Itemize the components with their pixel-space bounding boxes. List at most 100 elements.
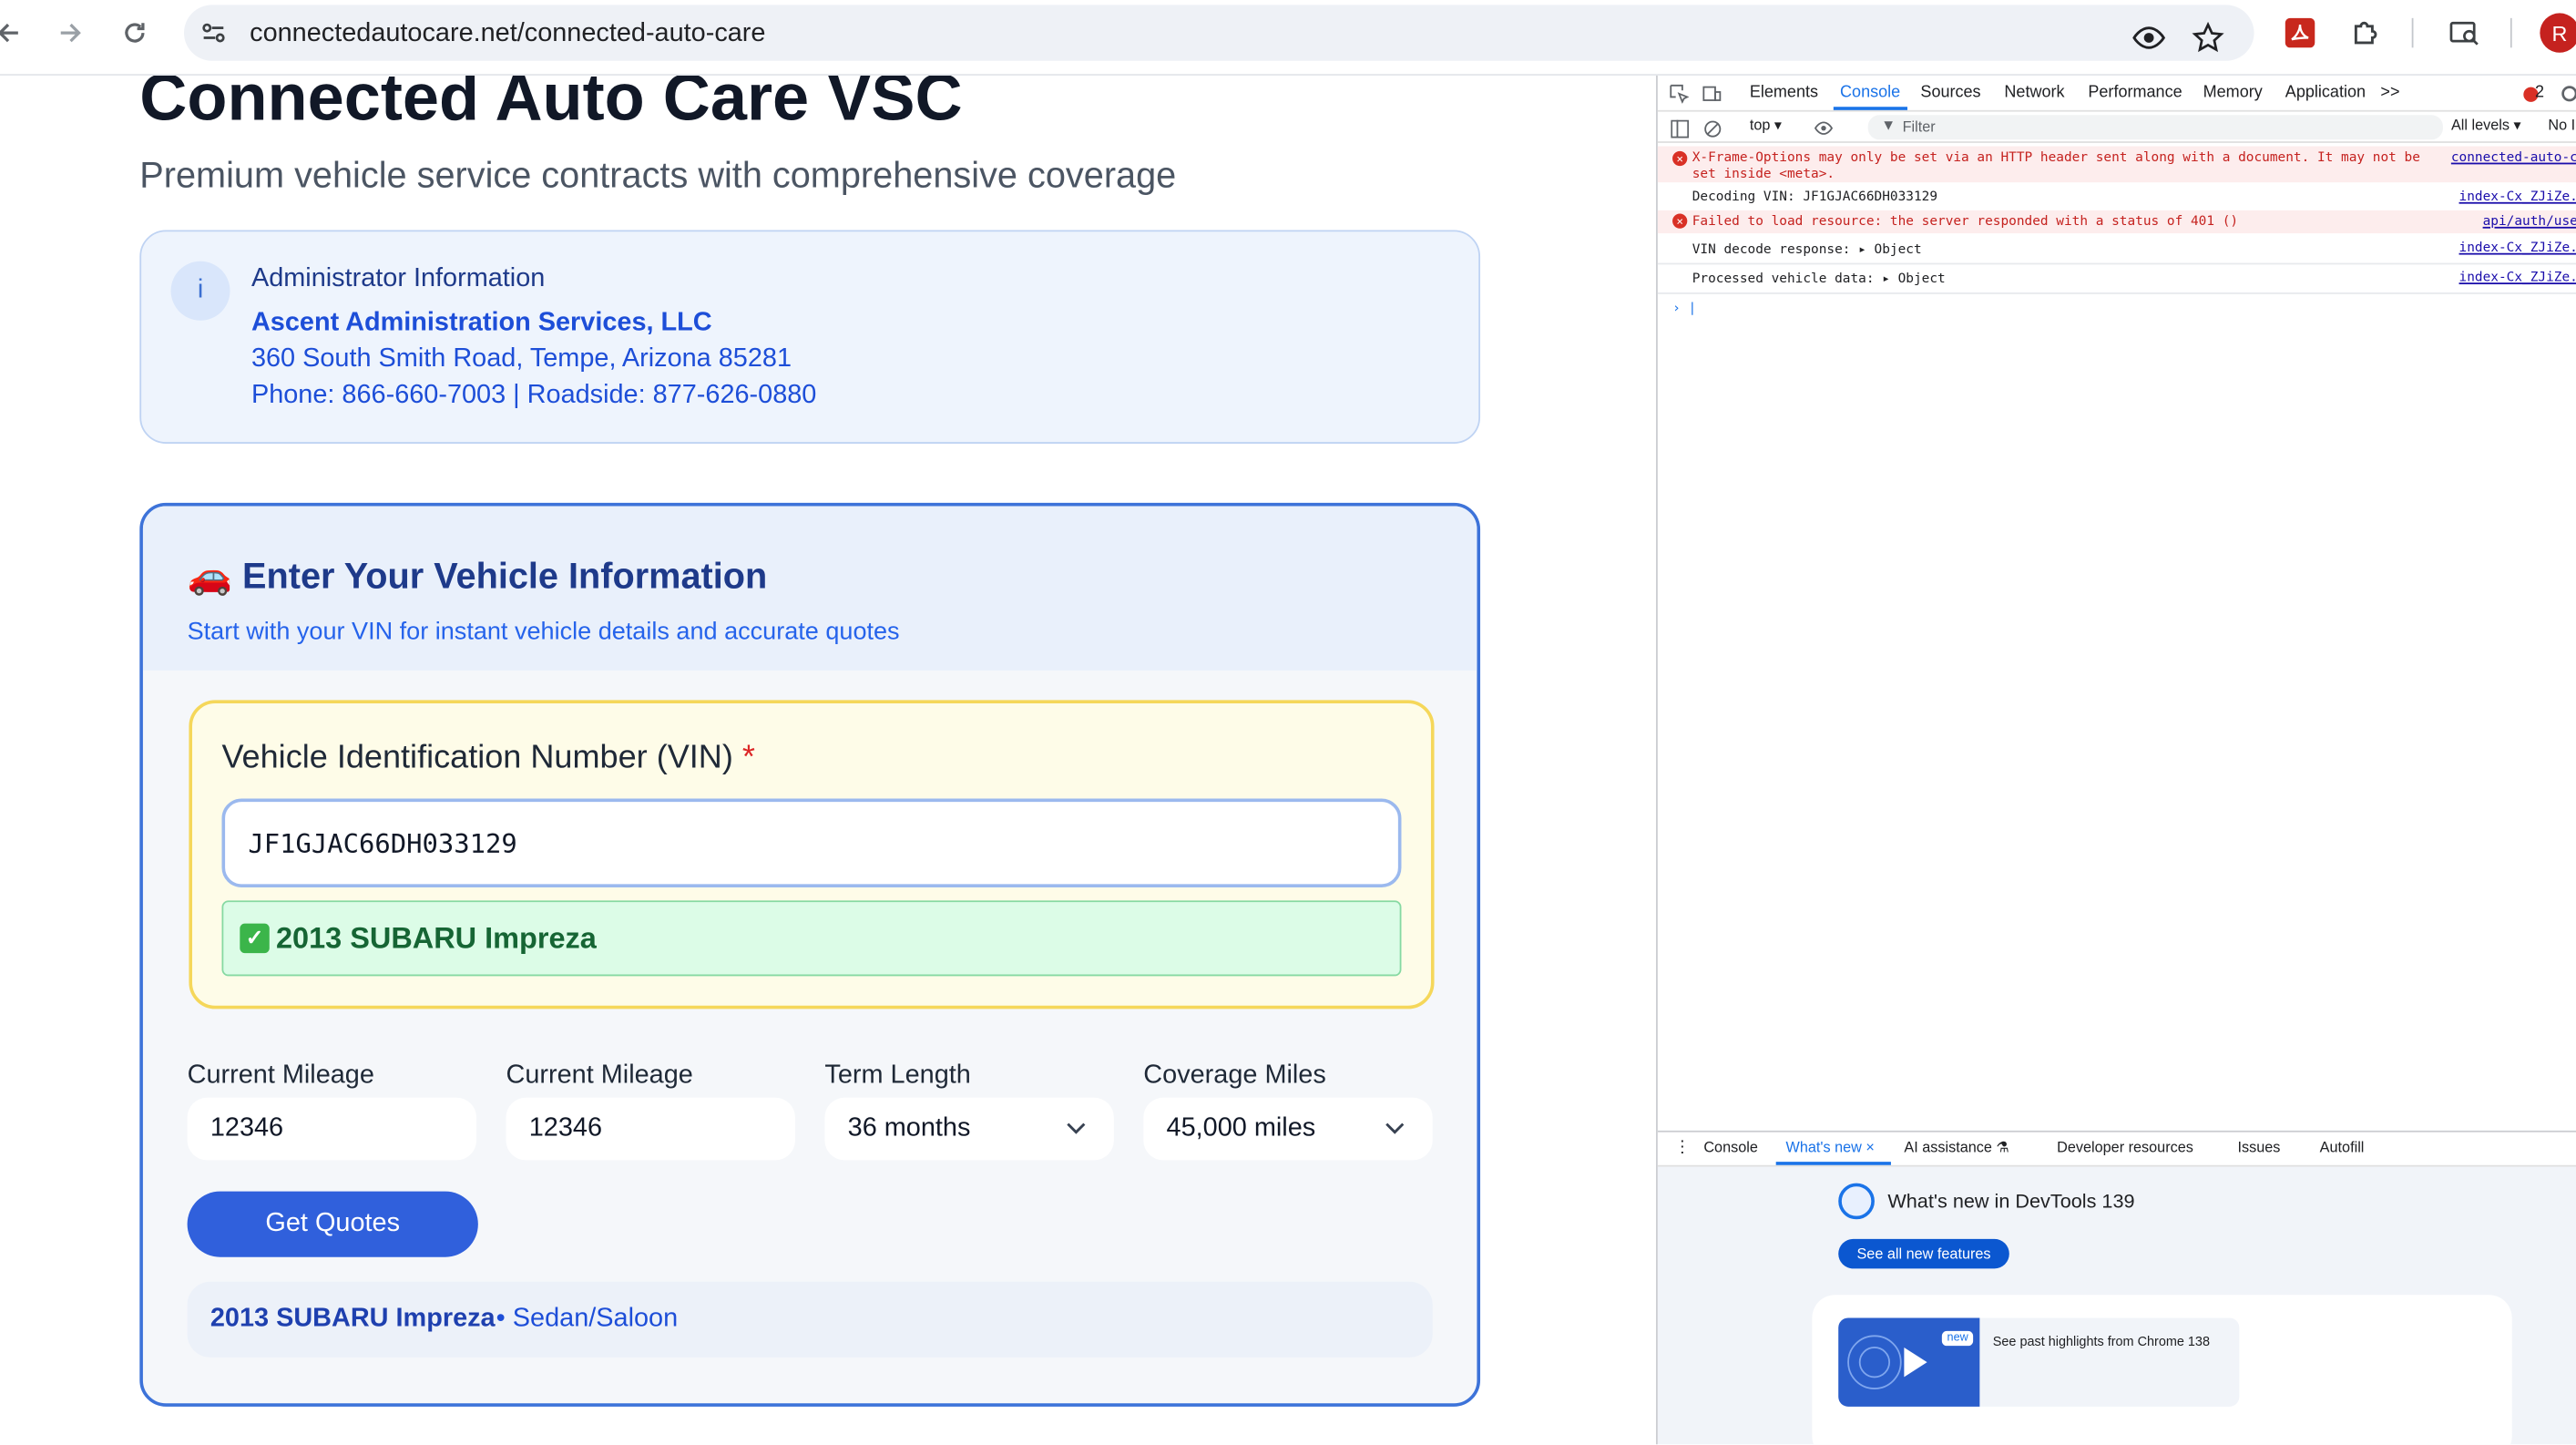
vehicle-card-title: 🚗 Enter Your Vehicle Information [187, 555, 768, 597]
administrator-info-card: i Administrator Information Ascent Admin… [139, 230, 1481, 444]
vehicle-info-card: 🚗 Enter Your Vehicle Information Start w… [139, 502, 1481, 1407]
tab-console[interactable]: Console [1840, 84, 1900, 102]
drawer-tab-developer-resources[interactable]: Developer resources [2057, 1139, 2193, 1155]
vehicle-card-subtitle: Start with your VIN for instant vehicle … [187, 618, 900, 646]
current-mileage-input-2[interactable]: 12346 [506, 1097, 795, 1161]
past-highlights-link[interactable]: new See past highlights from Chrome 138 [1838, 1317, 2240, 1407]
error-icon: × [1672, 150, 1688, 167]
console-filter-input[interactable]: ▼ Filter [1867, 115, 2443, 140]
toolbar-divider [2411, 17, 2414, 48]
summary-body-style: • Sedan/Saloon [496, 1305, 679, 1333]
vin-input[interactable] [221, 798, 1402, 887]
browser-toolbar: connectedautocare.net/connected-auto-car… [0, 0, 2576, 76]
log-source-link[interactable]: api/auth/use [2483, 213, 2576, 228]
clear-console-icon[interactable] [1701, 117, 1723, 139]
tab-sources[interactable]: Sources [1920, 84, 1980, 102]
tab-network[interactable]: Network [2004, 84, 2064, 102]
vin-label: Vehicle Identification Number (VIN) * [221, 740, 754, 777]
search-tab-icon[interactable] [2445, 13, 2484, 52]
settings-gear-icon[interactable] [2558, 82, 2576, 105]
vin-label-text: Vehicle Identification Number (VIN) [221, 739, 733, 776]
chevron-down-icon [1385, 1122, 1405, 1134]
page-title: Connected Auto Care VSC [139, 75, 963, 135]
profile-avatar[interactable]: R [2540, 13, 2576, 53]
console-log-row: VIN decode response: ▸ Object index-Cx_Z… [1658, 237, 2576, 263]
get-quotes-button[interactable]: Get Quotes [187, 1191, 478, 1257]
reload-icon[interactable] [115, 13, 154, 52]
more-tabs-button[interactable]: >> [2380, 84, 2399, 102]
vin-section: Vehicle Identification Number (VIN) * ✓ … [189, 700, 1435, 1009]
see-all-features-button[interactable]: See all new features [1838, 1238, 2009, 1269]
log-message: Failed to load resource: the server resp… [1692, 213, 2239, 229]
issues-indicator[interactable]: No I [2548, 117, 2575, 133]
bookmark-star-icon[interactable] [2188, 18, 2227, 57]
vin-decode-result: ✓ 2013 SUBARU Impreza [221, 900, 1402, 977]
tab-application[interactable]: Application [2285, 84, 2366, 102]
coverage-miles-value: 45,000 miles [1166, 1113, 1316, 1143]
devtools-panel: Elements Console Sources Network Perform… [1656, 75, 2576, 1445]
vin-result-text: 2013 SUBARU Impreza [276, 921, 597, 955]
current-mileage-label-2: Current Mileage [506, 1061, 693, 1090]
admin-phones: Phone: 866-660-7003 | Roadside: 877-626-… [250, 381, 817, 410]
tab-memory[interactable]: Memory [2203, 84, 2263, 102]
log-source-link[interactable]: index-Cx_ZJiZe. [2459, 240, 2576, 254]
drawer-tab-bar: ⋮ Console What's new × AI assistance ⚗ D… [1657, 1130, 2576, 1167]
error-icon: × [1672, 213, 1688, 229]
forward-arrow-icon[interactable] [49, 13, 88, 52]
console-prompt[interactable]: › | [1658, 299, 2576, 322]
pdf-extension-icon[interactable] [2280, 13, 2319, 52]
drawer-menu-icon[interactable]: ⋮ [1674, 1139, 1691, 1157]
term-length-label: Term Length [824, 1061, 971, 1090]
log-message[interactable]: VIN decode response: ▸ Object [1692, 241, 1922, 256]
term-length-select[interactable]: 36 months [824, 1097, 1114, 1161]
back-arrow-icon[interactable] [0, 13, 29, 52]
log-source-link[interactable]: index-Cx_ZJiZe. [2459, 189, 2576, 203]
toolbar-divider [2510, 17, 2512, 48]
devtools-tab-bar: Elements Console Sources Network Perform… [1657, 76, 2576, 112]
error-count[interactable]: 2 [2535, 84, 2544, 102]
current-mileage-label: Current Mileage [187, 1061, 374, 1090]
summary-vehicle-name: 2013 SUBARU Impreza [210, 1305, 496, 1333]
log-message: X-Frame-Options may only be set via an H… [1692, 149, 2420, 165]
whats-new-panel: What's new in DevTools 139 See all new f… [1657, 1166, 2576, 1445]
drawer-tab-console[interactable]: Console [1703, 1139, 1758, 1155]
context-selector[interactable]: top ▾ [1750, 117, 1782, 135]
eye-icon[interactable] [2129, 18, 2168, 57]
filter-icon: ▼ [1881, 117, 1896, 134]
log-message[interactable]: Processed vehicle data: ▸ Object [1692, 272, 1946, 286]
page-content: Connected Auto Care VSC Premium vehicle … [0, 75, 1657, 1445]
admin-address: 360 South Smith Road, Tempe, Arizona 852… [250, 344, 792, 374]
highlights-card: new See past highlights from Chrome 138 [1812, 1295, 2512, 1445]
address-bar[interactable]: connectedautocare.net/connected-auto-car… [184, 5, 2254, 61]
log-source-link[interactable]: connected-auto-c [2451, 149, 2576, 164]
url-text[interactable]: connectedautocare.net/connected-auto-car… [250, 20, 765, 49]
extensions-puzzle-icon[interactable] [2346, 13, 2386, 52]
device-toolbar-icon[interactable] [1701, 82, 1723, 105]
sidebar-toggle-icon[interactable] [1668, 117, 1691, 139]
vehicle-summary: 2013 SUBARU Impreza • Sedan/Saloon [187, 1281, 1433, 1358]
log-levels-dropdown[interactable]: All levels ▾ [2451, 117, 2521, 135]
inspect-element-icon[interactable] [1668, 82, 1691, 105]
console-log-row: Processed vehicle data: ▸ Object index-C… [1658, 266, 2576, 292]
drawer-tab-autofill[interactable]: Autofill [2320, 1139, 2365, 1155]
whats-new-title: What's new in DevTools 139 [1887, 1189, 2135, 1214]
drawer-tab-whats-new[interactable]: What's new × [1786, 1139, 1875, 1155]
admin-heading: Administrator Information [250, 264, 546, 293]
coverage-miles-select[interactable]: 45,000 miles [1143, 1097, 1433, 1161]
current-mileage-value: 12346 [210, 1113, 284, 1143]
log-source-link[interactable]: index-Cx_ZJiZe. [2459, 270, 2576, 284]
current-mileage-value-2: 12346 [528, 1113, 603, 1143]
current-mileage-input[interactable]: 12346 [187, 1097, 477, 1161]
log-message: Decoding VIN: JF1GJAC66DH033129 [1692, 189, 1938, 204]
tab-elements[interactable]: Elements [1750, 84, 1818, 102]
live-expression-eye-icon[interactable] [1812, 117, 1835, 139]
drawer-tab-issues[interactable]: Issues [2238, 1139, 2281, 1155]
tab-performance[interactable]: Performance [2088, 84, 2182, 102]
video-thumbnail[interactable]: new [1838, 1317, 1980, 1407]
site-settings-icon[interactable] [197, 16, 230, 49]
drawer-tab-ai-assistance[interactable]: AI assistance ⚗ [1904, 1139, 2009, 1157]
info-icon: i [170, 261, 230, 321]
coverage-miles-label: Coverage Miles [1143, 1061, 1326, 1090]
admin-company-name: Ascent Administration Services, LLC [250, 309, 712, 337]
console-prompt-caret[interactable]: › | [1672, 301, 1696, 315]
